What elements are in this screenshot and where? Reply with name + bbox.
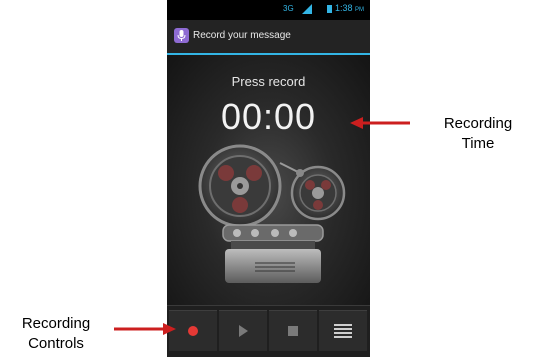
recording-time-label-line2: Time <box>461 135 495 152</box>
microphone-icon[interactable] <box>174 28 189 43</box>
recording-time-label-line1: Recording <box>443 115 513 132</box>
play-button[interactable] <box>219 310 267 351</box>
recording-controls-arrow <box>114 323 176 335</box>
stop-button[interactable] <box>269 310 317 351</box>
phone-screen: 3G 1:38 PM Record your message Press rec… <box>167 0 370 357</box>
clock: 1:38 PM <box>335 3 364 13</box>
signal-icon <box>302 4 312 14</box>
recorder-status-text: Press record <box>231 74 306 89</box>
recording-timer: 00:00 <box>220 96 317 137</box>
tape-recorder-illustration <box>198 144 346 283</box>
play-icon <box>239 325 248 337</box>
page-title: Record your message <box>193 30 291 41</box>
recordings-list-button[interactable] <box>319 310 367 351</box>
action-bar: Record your message <box>167 20 370 55</box>
record-icon <box>188 326 198 336</box>
clock-time: 1:38 <box>335 3 353 13</box>
battery-icon <box>327 5 332 13</box>
recording-time-label: Recording Time <box>430 114 526 154</box>
status-bar: 3G 1:38 PM <box>167 0 370 20</box>
stop-icon <box>288 326 298 336</box>
list-icon <box>334 324 352 338</box>
recording-controls-label-line1: Recording <box>21 315 91 332</box>
network-type: 3G <box>283 4 294 13</box>
recording-time-arrow <box>350 117 410 129</box>
recording-controls-label: Recording Controls <box>0 314 112 354</box>
recording-controls-label-line2: Controls <box>28 335 84 352</box>
recorder-base <box>225 249 321 283</box>
clock-suffix: PM <box>355 7 365 13</box>
recording-controls-bar <box>167 305 370 357</box>
